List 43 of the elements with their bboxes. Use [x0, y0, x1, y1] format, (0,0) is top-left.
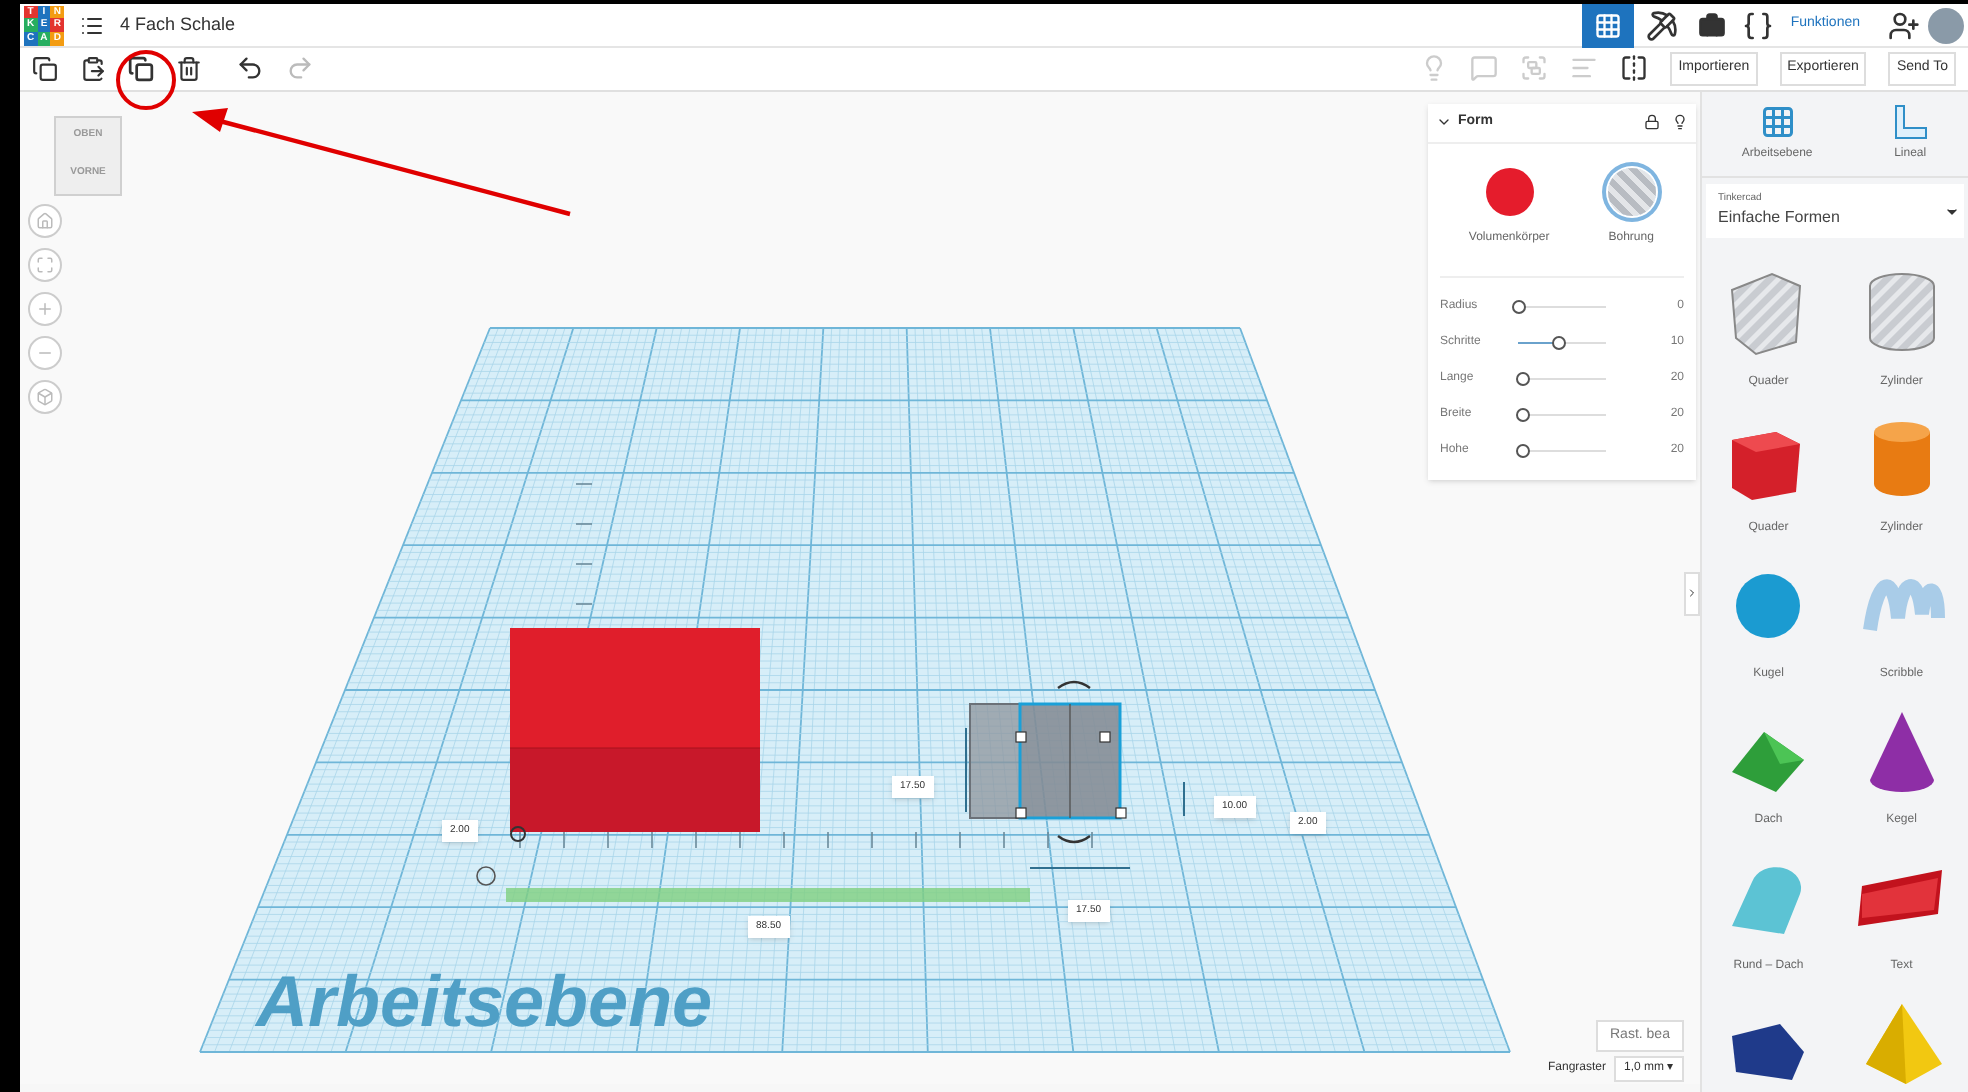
user-add-icon[interactable]: [1888, 9, 1920, 41]
slider-track[interactable]: [1512, 335, 1612, 349]
plus-icon: [36, 299, 54, 317]
duplicate-icon[interactable]: [128, 55, 154, 82]
pickaxe-icon[interactable]: [1646, 9, 1679, 41]
mirror-icon[interactable]: [1620, 54, 1649, 83]
grid-view-button[interactable]: [1582, 4, 1635, 47]
workplane-label: Arbeitsebene: [256, 957, 713, 1045]
lightbulb-icon[interactable]: [1672, 114, 1688, 130]
rotate-handle-icon[interactable]: [1057, 834, 1091, 843]
slider-thumb[interactable]: [1551, 335, 1566, 349]
slider-track[interactable]: [1512, 299, 1612, 313]
chevron-right-icon: [1686, 586, 1698, 600]
undo-icon[interactable]: [236, 54, 264, 83]
briefcase-icon[interactable]: [1698, 11, 1727, 39]
document-title[interactable]: 4 Fach Schale: [120, 11, 236, 39]
slider-thumb[interactable]: [1516, 371, 1531, 385]
rotate-handle-icon[interactable]: [1057, 679, 1091, 688]
slider-track[interactable]: [1512, 443, 1612, 457]
grid-icon: [1594, 11, 1623, 39]
lock-icon[interactable]: [1644, 114, 1660, 130]
origin-marker-icon: [510, 825, 526, 841]
paste-icon[interactable]: [80, 55, 106, 82]
slider-thumb[interactable]: [1512, 299, 1526, 313]
home-icon: [36, 211, 54, 229]
snap-marker-icon: [476, 865, 496, 885]
slider-thumb[interactable]: [1516, 443, 1531, 457]
category-value: Einfache Formen: [1718, 206, 1842, 230]
cube-icon: [36, 387, 54, 405]
slider-track[interactable]: [1512, 371, 1612, 385]
hole-swatch: [1607, 167, 1656, 215]
solid-swatch: [1485, 167, 1534, 215]
workplane-icon: [1759, 103, 1796, 139]
panel-toggle[interactable]: [1684, 571, 1700, 615]
annotation-circle: [116, 50, 176, 110]
ruler-icon: [1892, 103, 1929, 139]
braces-icon[interactable]: [1742, 9, 1775, 41]
slider-track[interactable]: [1512, 407, 1612, 421]
slider-thumb[interactable]: [1516, 407, 1531, 421]
fit-icon: [36, 255, 54, 273]
delete-icon[interactable]: [176, 55, 202, 82]
collapse-icon[interactable]: [1436, 114, 1452, 130]
copy-icon[interactable]: [32, 55, 58, 82]
